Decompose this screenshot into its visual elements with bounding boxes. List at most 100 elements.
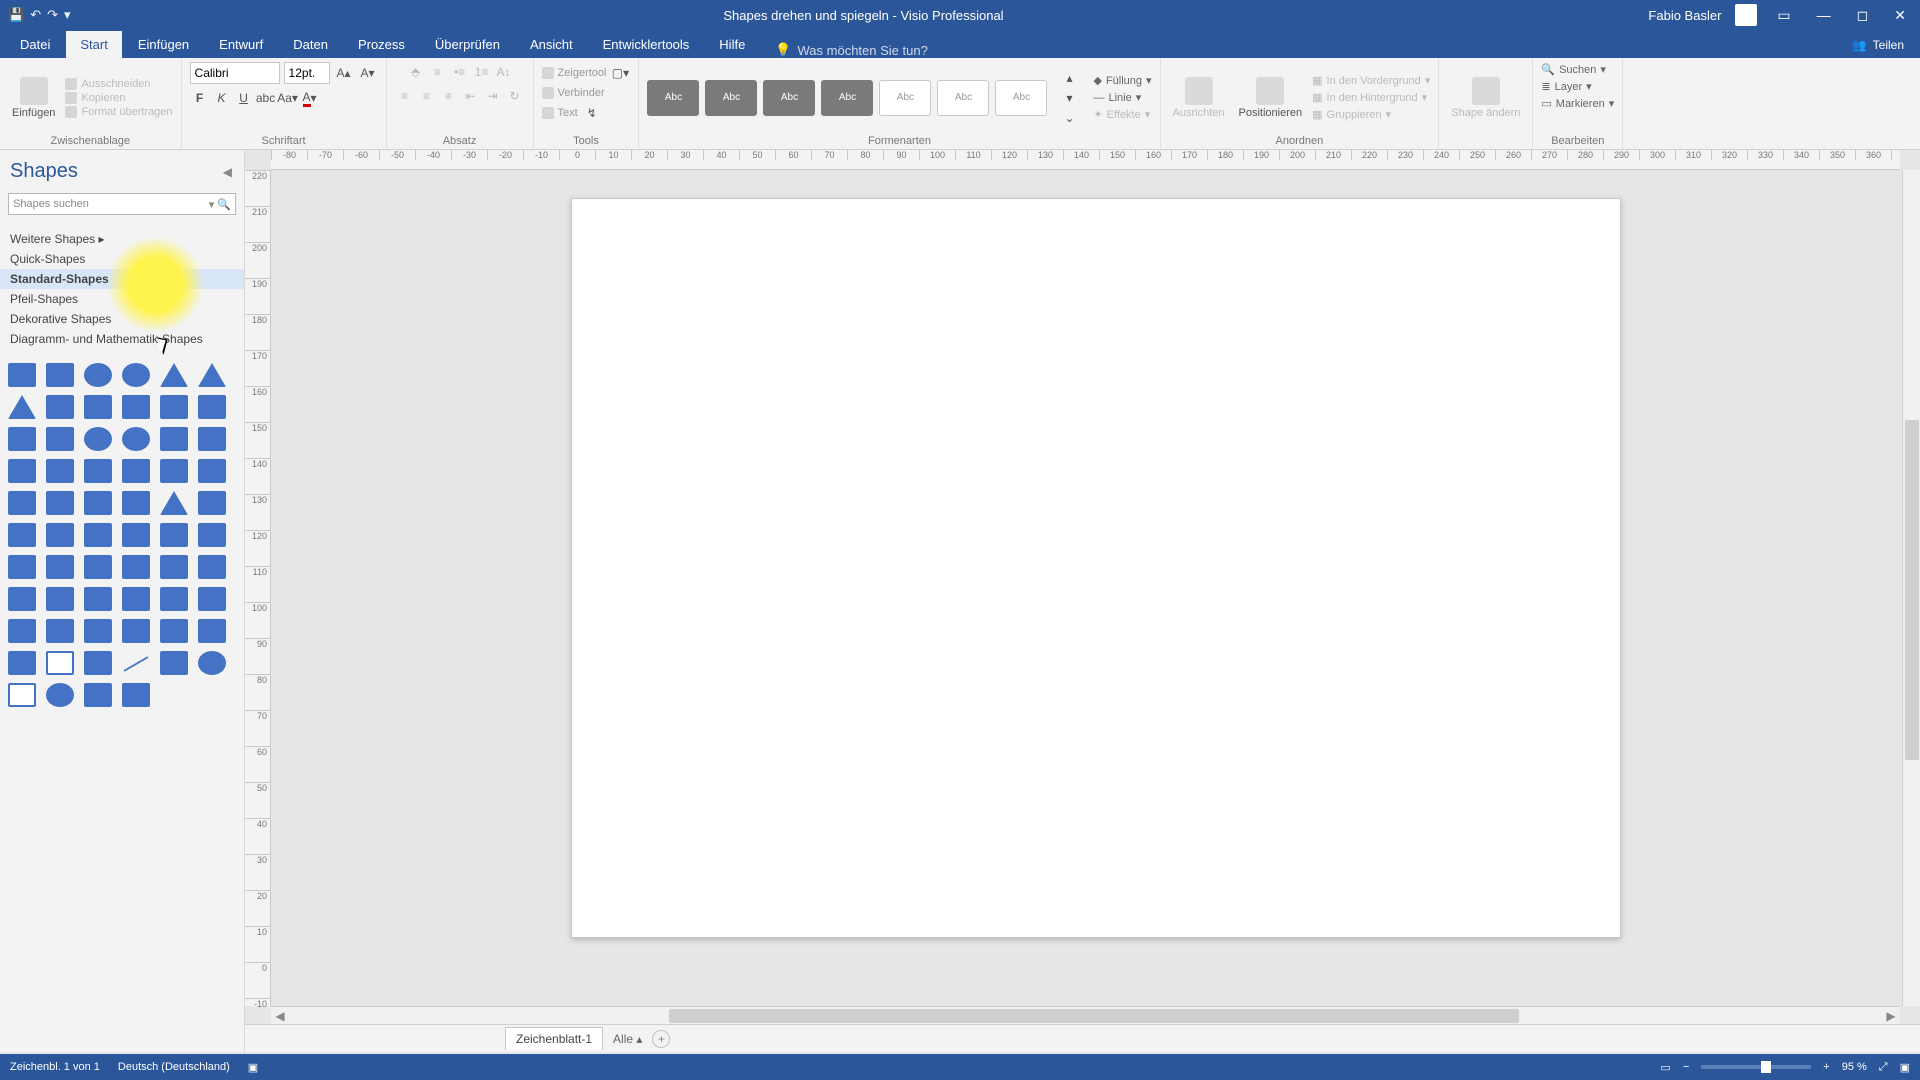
shape-stencil[interactable] [46,523,74,547]
shape-stencil[interactable] [8,619,36,643]
align-right-icon[interactable]: ≡ [439,86,459,106]
shape-stencil[interactable] [8,459,36,483]
shape-stencil[interactable] [160,587,188,611]
shape-stencil[interactable] [8,427,36,451]
sheet-all[interactable]: Alle ▴ [613,1032,642,1046]
align-left-icon[interactable]: ≡ [395,86,415,106]
scroll-right-icon[interactable]: ▶ [1882,1009,1900,1023]
shape-stencil[interactable] [84,555,112,579]
search-dropdown-icon[interactable]: ▾ 🔍 [209,198,231,211]
shape-stencil[interactable] [198,363,226,387]
presentation-mode-icon[interactable]: ▭ [1660,1061,1670,1074]
style-swatch-1[interactable]: Abc [647,80,699,116]
vertical-scrollbar[interactable] [1902,170,1920,1006]
underline-button[interactable]: U [234,88,254,108]
shape-stencil[interactable] [160,555,188,579]
shape-stencil[interactable] [122,459,150,483]
shape-stencil[interactable] [84,619,112,643]
connector-tool-button[interactable]: Verbinder [542,86,605,100]
shape-stencil[interactable] [198,619,226,643]
tab-entwurf[interactable]: Entwurf [205,31,277,58]
style-swatch-4[interactable]: Abc [821,80,873,116]
add-sheet-button[interactable]: + [652,1030,670,1048]
tab-einfügen[interactable]: Einfügen [124,31,203,58]
shape-stencil[interactable] [198,459,226,483]
effects-button[interactable]: ✦Effekte▾ [1093,107,1151,122]
shape-stencil[interactable] [84,523,112,547]
shape-stencil[interactable] [198,395,226,419]
shape-stencil[interactable] [46,427,74,451]
styles-down-icon[interactable]: ▾ [1059,88,1079,108]
tab-überprüfen[interactable]: Überprüfen [421,31,514,58]
shapes-category[interactable]: Standard-Shapes [0,269,244,289]
share-button[interactable]: 👥 Teilen [1836,32,1920,58]
save-icon[interactable]: 💾 [8,7,24,23]
shape-stencil[interactable] [8,587,36,611]
shape-stencil[interactable] [84,363,112,387]
shape-stencil[interactable] [46,619,74,643]
shape-stencil[interactable] [46,491,74,515]
shape-stencil[interactable] [122,555,150,579]
shape-stencil[interactable] [8,555,36,579]
shape-stencil[interactable] [160,363,188,387]
horizontal-scrollbar[interactable]: ◀ ▶ [271,1006,1900,1024]
shape-stencil[interactable] [8,683,36,707]
pointer-tool-button[interactable]: Zeigertool▢▾ [542,62,631,84]
strike-button[interactable]: abc [256,88,276,108]
align-button[interactable]: Ausrichten [1169,75,1229,121]
shape-stencil[interactable] [198,427,226,451]
tab-prozess[interactable]: Prozess [344,31,419,58]
shape-stencil[interactable] [8,363,36,387]
shape-stencil[interactable] [122,523,150,547]
user-name[interactable]: Fabio Basler [1648,8,1721,23]
hscroll-thumb[interactable] [669,1009,1519,1023]
shape-stencil[interactable] [46,363,74,387]
shape-stencil[interactable] [46,587,74,611]
align-middle-icon[interactable]: ≡ [428,62,448,82]
tell-me[interactable]: 💡 Was möchten Sie tun? [761,42,928,58]
style-swatch-2[interactable]: Abc [705,80,757,116]
shape-palette-icon[interactable]: ▢▾ [610,63,630,83]
shape-stencil[interactable] [8,523,36,547]
shape-stencil[interactable] [84,491,112,515]
scroll-left-icon[interactable]: ◀ [271,1009,289,1023]
shape-stencil[interactable] [123,656,148,672]
minimize-icon[interactable]: — [1811,7,1837,23]
shape-stencil[interactable] [122,427,150,451]
tab-datei[interactable]: Datei [6,31,64,58]
shape-stencil[interactable] [122,491,150,515]
cut-button[interactable]: Ausschneiden [65,77,172,91]
style-swatch-5[interactable]: Abc [879,80,931,116]
sheet-tab[interactable]: Zeichenblatt-1 [505,1027,603,1050]
font-name-input[interactable] [190,62,280,84]
shape-stencil[interactable] [160,619,188,643]
shape-stencil[interactable] [122,587,150,611]
shape-stencil[interactable] [84,459,112,483]
format-painter-button[interactable]: Format übertragen [65,105,172,119]
tab-daten[interactable]: Daten [279,31,342,58]
shape-stencil[interactable] [46,395,74,419]
layer-button[interactable]: ≣Layer▾ [1541,79,1591,94]
shapes-category[interactable]: Quick-Shapes [0,249,244,269]
fullscreen-icon[interactable]: ▣ [1900,1061,1910,1074]
select-button[interactable]: ▭Markieren▾ [1541,96,1614,111]
shape-stencil[interactable] [198,587,226,611]
shape-stencil[interactable] [8,395,36,419]
page[interactable] [571,198,1621,938]
shape-stencil[interactable] [122,619,150,643]
case-button[interactable]: Aa▾ [278,88,298,108]
shape-stencil[interactable] [84,427,112,451]
maximize-icon[interactable]: ◻ [1851,7,1875,24]
fit-page-icon[interactable]: ⤢ [1879,1061,1888,1074]
shape-stencil[interactable] [122,683,150,707]
align-center-icon[interactable]: ≡ [417,86,437,106]
shapes-category[interactable]: Diagramm- und Mathematik-Shapes [0,329,244,349]
font-size-input[interactable] [284,62,330,84]
styles-more-icon[interactable]: ⌄ [1059,108,1079,128]
shapes-search-input[interactable]: Shapes suchen ▾ 🔍 [8,193,236,215]
shapes-category[interactable]: Weitere Shapes ▸ [0,229,244,249]
shrink-font-icon[interactable]: A▾ [358,63,378,83]
shape-stencil[interactable] [46,555,74,579]
freeform-icon[interactable]: ↯ [582,103,602,123]
shape-stencil[interactable] [198,555,226,579]
